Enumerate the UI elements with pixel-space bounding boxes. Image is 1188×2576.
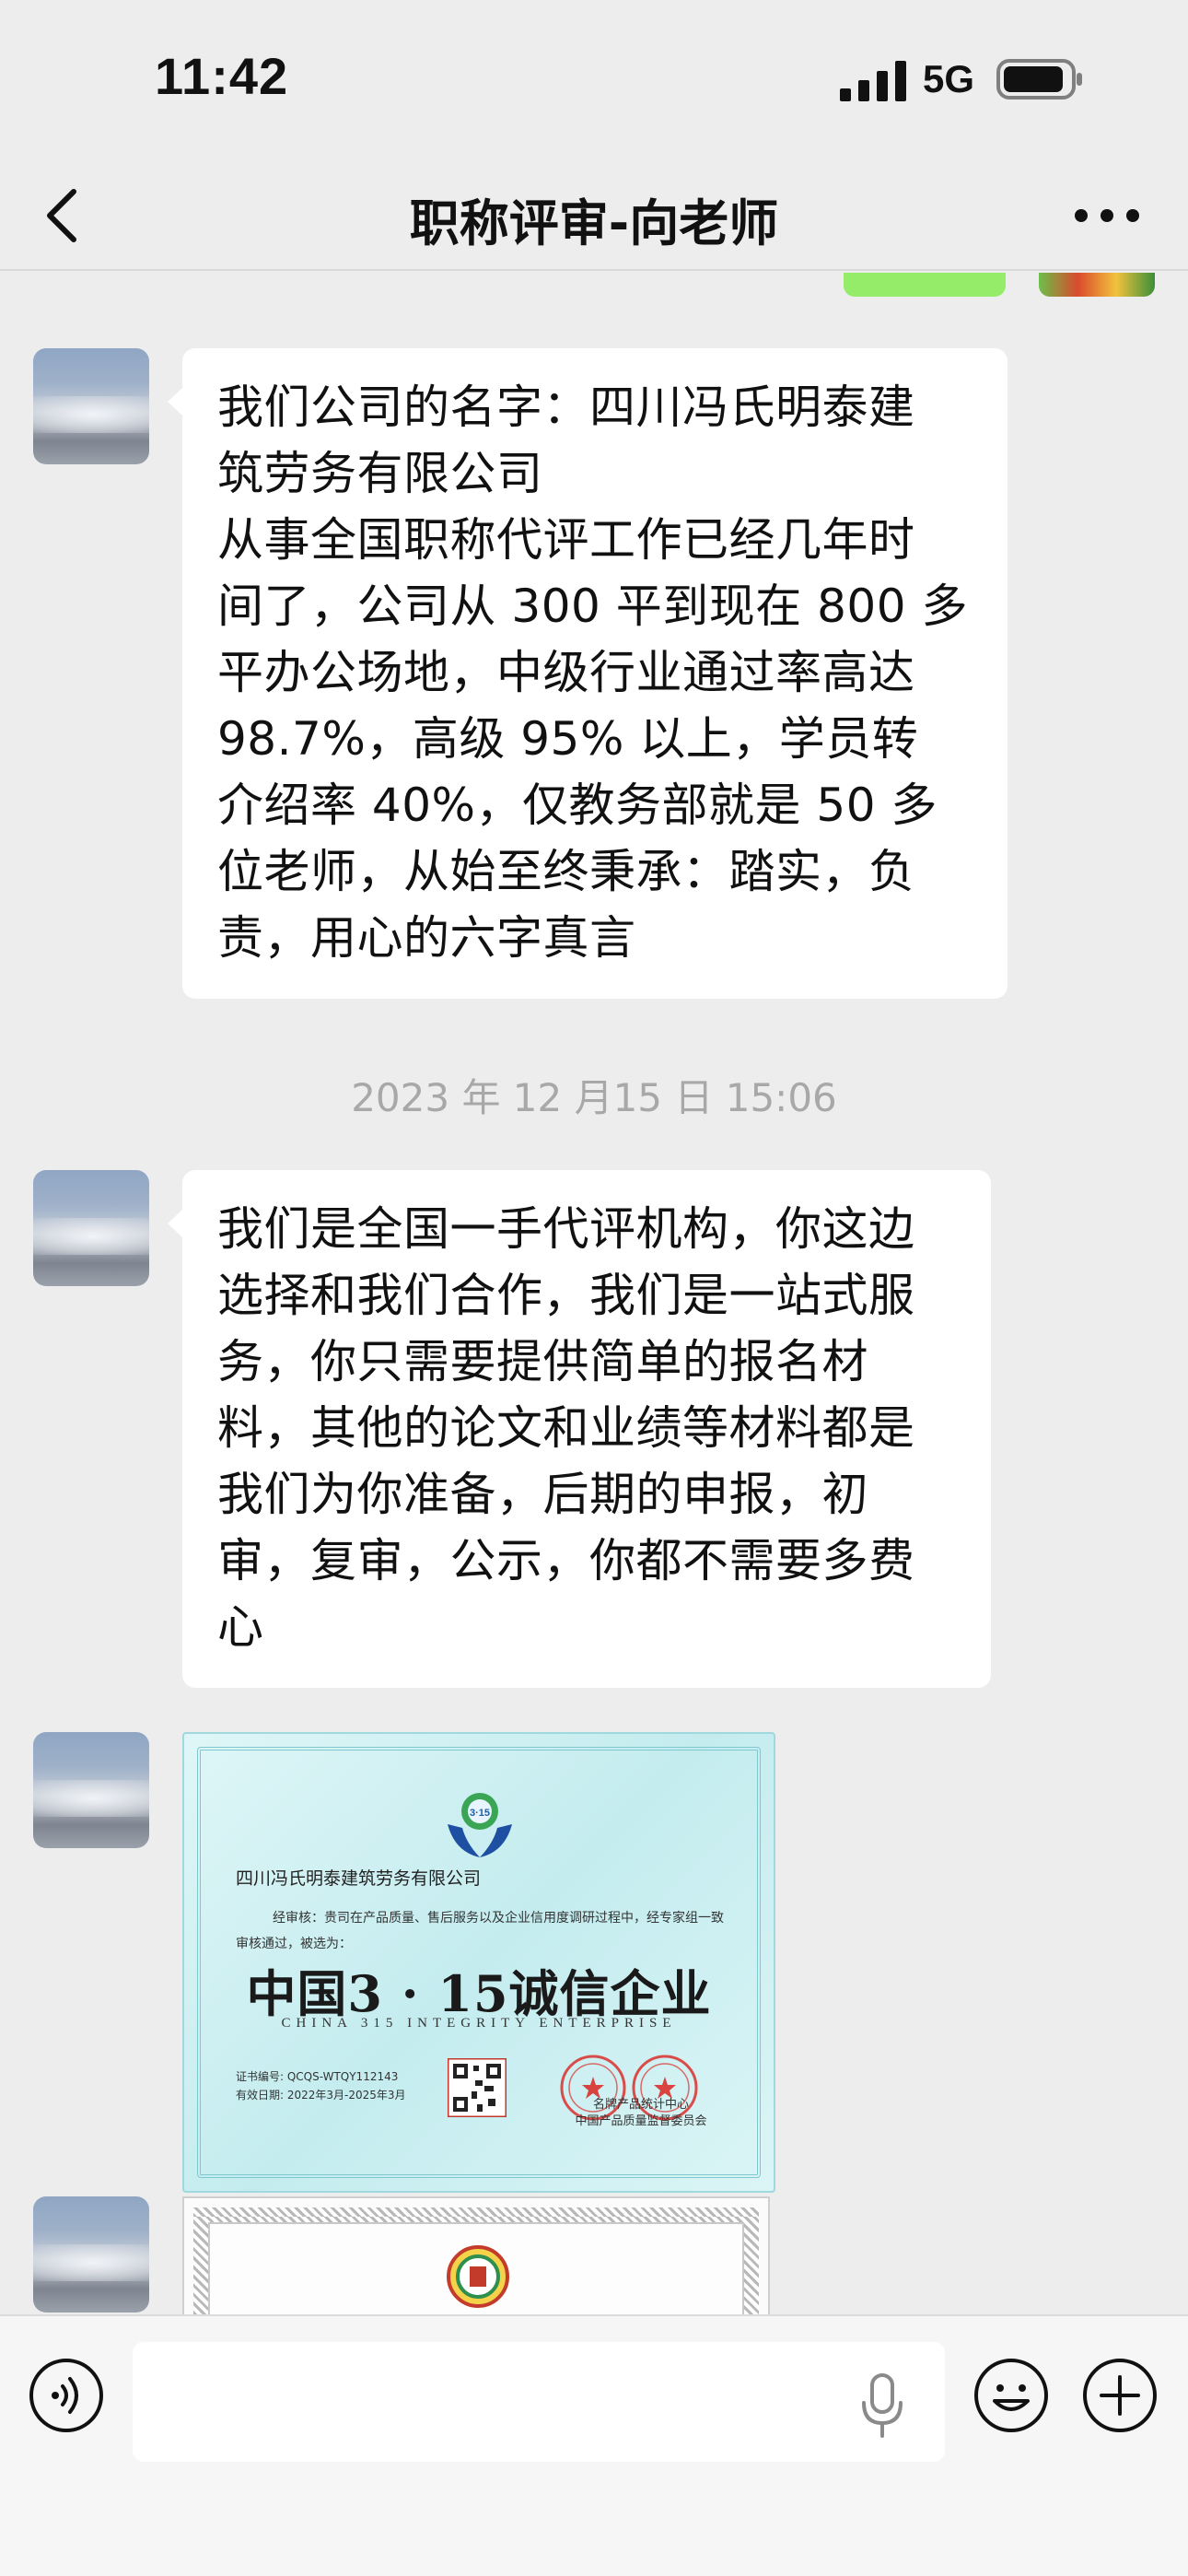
message-line: 我们是全国一手代评机构，你这边 [217, 1202, 915, 1256]
message-line: 间了，公司从 300 平到现在 800 多 [217, 580, 968, 633]
message-line: 审，复审，公示，你都不需要多费 [217, 1534, 915, 1587]
certificate-validity: 有效日期: 2022年3月-2025年3月 [236, 2089, 406, 2102]
battery-icon [996, 59, 1082, 100]
certificate-body: 经审核：贵司在产品质量、售后服务以及企业信用度调研过程中，经专家组一致审核通过，… [236, 1911, 724, 1951]
self-message-bubble[interactable] [844, 273, 1006, 297]
message-line: 筑劳务有限公司 [217, 447, 543, 500]
issuer-line: 名牌产品统计中心 [592, 2098, 689, 2112]
emblem-icon [447, 2245, 509, 2308]
network-label: 5G [923, 57, 975, 100]
hands-globe-logo-icon: 3·15 [448, 1793, 512, 1857]
message-line: 98.7%，高级 95% 以上，学员转 [217, 712, 919, 766]
status-bar: 11:42 5G [0, 0, 1188, 157]
message-line: 位老师，从始至终秉承：踏实，负 [217, 845, 915, 898]
self-avatar[interactable] [1039, 273, 1155, 297]
status-time: 11:42 [155, 47, 289, 105]
chat-title: 职称评审-向老师 [409, 194, 779, 252]
message-line: 介绍率 40%，仅教务部就是 50 多 [217, 779, 938, 832]
avatar[interactable] [33, 1170, 149, 1286]
message-line: 料，其他的论文和业绩等材料都是 [217, 1401, 915, 1455]
message-line: 责，用心的六字真言 [217, 911, 636, 965]
input-bar [0, 2314, 1188, 2576]
message-line: 心 [217, 1600, 264, 1654]
avatar[interactable] [33, 1732, 149, 1848]
message-line: 我们为你准备，后期的申报，初 [217, 1468, 868, 1521]
certificate-subtitle: CHINA 315 INTEGRITY ENTERPRISE [281, 2016, 677, 2031]
message-line: 从事全国职称代评工作已经几年时 [217, 513, 915, 567]
issuer-line: 中国产品质量监督委员会 [575, 2114, 707, 2128]
message-timestamp: 2023 年 12 月15 日 15:06 [351, 1075, 837, 1120]
nav-bar: 职称评审-向老师 [0, 157, 1188, 271]
certificate-number: 证书编号: QCQS-WTQY112143 [236, 2070, 399, 2083]
message-bubble[interactable]: 我们公司的名字：四川冯氏明泰建 筑劳务有限公司 从事全国职称代评工作已经几年时 … [168, 348, 1007, 999]
plus-icon[interactable] [1081, 2357, 1159, 2434]
voice-icon[interactable] [28, 2357, 105, 2434]
message-line: 我们公司的名字：四川冯氏明泰建 [217, 381, 915, 434]
logo-text: 3·15 [470, 1808, 490, 1819]
chat-area[interactable]: 我们公司的名字：四川冯氏明泰建 筑劳务有限公司 从事全国职称代评工作已经几年时 … [0, 273, 1188, 2314]
message-line: 平办公场地，中级行业通过率高达 [217, 646, 915, 699]
certificate-company: 四川冯氏明泰建筑劳务有限公司 [236, 1868, 482, 1889]
microphone-icon[interactable] [856, 2371, 908, 2441]
certificate-image[interactable]: 3·15 四川冯氏明泰建筑劳务有限公司 经审核：贵司在产品质量、售后服务以及企业… [182, 1732, 775, 2193]
qr-code-icon [448, 2058, 507, 2117]
signal-icon [840, 61, 906, 101]
more-dots-icon[interactable] [1068, 193, 1146, 238]
message-input[interactable] [133, 2342, 945, 2462]
message-line: 选择和我们合作，我们是一站式服 [217, 1269, 915, 1322]
certificate-issuer: 名牌产品统计中心 中国产品质量监督委员会 [549, 2097, 733, 2130]
message-line: 务，你只需要提供简单的报名材 [217, 1335, 868, 1388]
certificate-image[interactable] [182, 2196, 770, 2314]
avatar[interactable] [33, 2196, 149, 2313]
certificate-meta: 证书编号: QCQS-WTQY112143 有效日期: 2022年3月-2025… [236, 2067, 406, 2104]
avatar[interactable] [33, 348, 149, 464]
message-bubble[interactable]: 我们是全国一手代评机构，你这边 选择和我们合作，我们是一站式服 务，你只需要提供… [168, 1170, 991, 1688]
emoji-icon[interactable] [973, 2357, 1050, 2434]
